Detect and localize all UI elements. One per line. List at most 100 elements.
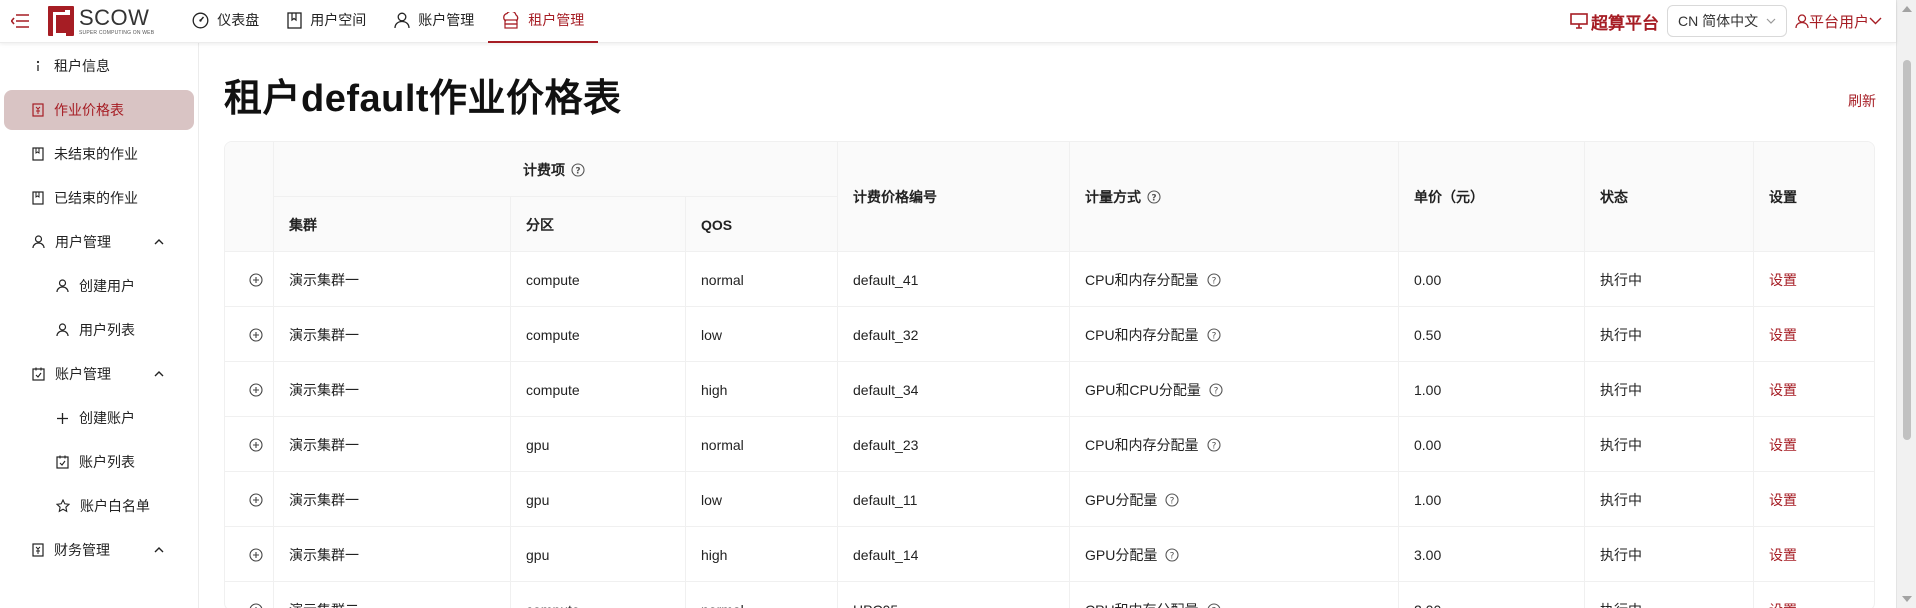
nav-tenant-management[interactable]: 租户管理 bbox=[488, 0, 599, 43]
cell-text: default_34 bbox=[853, 381, 919, 398]
help-icon[interactable]: ? bbox=[1207, 327, 1221, 342]
cell-qos: normal bbox=[701, 252, 744, 307]
user-menu[interactable]: 平台用户 bbox=[1795, 11, 1882, 32]
cell-text: 执行中 bbox=[1600, 491, 1642, 508]
expand-row-button[interactable] bbox=[241, 307, 263, 362]
settings-link[interactable]: 设置 bbox=[1769, 252, 1797, 307]
cell-price-id: default_32 bbox=[853, 307, 918, 362]
plus-circle-icon bbox=[249, 327, 263, 342]
expand-row-button[interactable] bbox=[241, 582, 263, 608]
cell-text: 执行中 bbox=[1600, 271, 1642, 288]
sidebar: 租户信息 作业价格表 未结束的作业 已结束的作业 用户管理 创建用户 用户列表 … bbox=[0, 43, 199, 608]
cell-text: normal bbox=[701, 271, 744, 288]
money-icon bbox=[32, 543, 44, 557]
cell-text: low bbox=[701, 326, 723, 343]
sidebar-item-user-list[interactable]: 用户列表 bbox=[4, 310, 194, 350]
scroll-up-arrow[interactable] bbox=[1902, 6, 1912, 12]
cell-partition: compute bbox=[526, 582, 580, 608]
language-select[interactable]: CN 简体中文 bbox=[1666, 5, 1787, 37]
info-icon bbox=[36, 60, 40, 71]
scow-logo[interactable]: SCOW SUPER COMPUTING ON WEB bbox=[48, 6, 154, 36]
cell-text: high bbox=[701, 546, 728, 563]
help-icon[interactable]: ? bbox=[571, 162, 585, 177]
sidebar-group-finance-management[interactable]: 财务管理 bbox=[4, 530, 194, 570]
settings-link[interactable]: 设置 bbox=[1769, 307, 1797, 362]
sidebar-item-create-user[interactable]: 创建用户 bbox=[4, 266, 194, 306]
scroll-thumb[interactable] bbox=[1903, 60, 1911, 440]
plus-circle-icon bbox=[249, 382, 263, 397]
expand-row-button[interactable] bbox=[241, 417, 263, 472]
cell-status: 执行中 bbox=[1600, 527, 1642, 582]
settings-link[interactable]: 设置 bbox=[1769, 582, 1797, 608]
help-icon[interactable]: ? bbox=[1207, 272, 1221, 287]
svg-text:?: ? bbox=[1211, 276, 1216, 286]
nav-dashboard[interactable]: 仪表盘 bbox=[178, 0, 273, 43]
cell-text[interactable]: 设置 bbox=[1769, 325, 1797, 345]
nav-account-management[interactable]: 账户管理 bbox=[380, 0, 488, 43]
cell-text[interactable]: 设置 bbox=[1769, 490, 1797, 510]
table-body: 演示集群一 compute normal default_41 CPU和内存分配量? 0.… bbox=[225, 252, 1874, 608]
help-icon[interactable]: ? bbox=[1207, 602, 1221, 608]
cell-text: default_14 bbox=[853, 546, 919, 563]
sidebar-item-unfinished-jobs[interactable]: 未结束的作业 bbox=[4, 134, 194, 174]
sidebar-item-account-list[interactable]: 账户列表 bbox=[4, 442, 194, 482]
cell-text[interactable]: 设置 bbox=[1769, 545, 1797, 565]
cell-text: default_41 bbox=[853, 271, 919, 288]
help-icon[interactable]: ? bbox=[1165, 492, 1179, 507]
sidebar-item-finished-jobs[interactable]: 已结束的作业 bbox=[4, 178, 194, 218]
nav-user-space[interactable]: 用户空间 bbox=[273, 0, 380, 43]
sidebar-item-label: 账户白名单 bbox=[80, 498, 150, 514]
platform-link[interactable]: 超算平台 bbox=[1570, 9, 1659, 34]
cell-partition: gpu bbox=[526, 527, 549, 582]
refresh-button[interactable]: 刷新 bbox=[1848, 91, 1876, 111]
expand-row-button[interactable] bbox=[241, 252, 263, 307]
cell-text[interactable]: 设置 bbox=[1769, 270, 1797, 290]
settings-link[interactable]: 设置 bbox=[1769, 362, 1797, 417]
settings-link[interactable]: 设置 bbox=[1769, 527, 1797, 582]
cell-cluster: 演示集群一 bbox=[289, 527, 359, 582]
cell-text[interactable]: 设置 bbox=[1769, 600, 1797, 608]
expand-row-button[interactable] bbox=[241, 472, 263, 527]
plus-circle-icon bbox=[249, 437, 263, 452]
help-icon[interactable]: ? bbox=[1207, 437, 1221, 452]
sidebar-item-tenant-info[interactable]: 租户信息 bbox=[4, 46, 194, 86]
help-icon[interactable]: ? bbox=[1147, 190, 1161, 204]
sidebar-item-job-price-table[interactable]: 作业价格表 bbox=[4, 90, 194, 130]
help-icon[interactable]: ? bbox=[1165, 547, 1179, 562]
cell-text[interactable]: 设置 bbox=[1769, 380, 1797, 400]
help-icon[interactable]: ? bbox=[1209, 382, 1223, 397]
scroll-down-arrow[interactable] bbox=[1902, 596, 1912, 602]
column-settings: 设置 bbox=[1769, 189, 1797, 205]
cell-qos: high bbox=[701, 362, 727, 417]
settings-link[interactable]: 设置 bbox=[1769, 417, 1797, 472]
expand-row-button[interactable] bbox=[241, 527, 263, 582]
settings-link[interactable]: 设置 bbox=[1769, 472, 1797, 527]
user-menu-label: 平台用户 bbox=[1808, 13, 1869, 31]
sidebar-item-label: 账户列表 bbox=[79, 454, 135, 470]
sidebar-group-account-management[interactable]: 账户管理 bbox=[4, 354, 194, 394]
column-method: 计量方式 ? bbox=[1085, 142, 1161, 252]
cell-price: 1.00 bbox=[1414, 362, 1441, 417]
cell-text: GPU分配量 bbox=[1085, 491, 1158, 508]
sidebar-group-user-management[interactable]: 用户管理 bbox=[4, 222, 194, 262]
sidebar-item-label: 作业价格表 bbox=[54, 102, 124, 118]
nav-dashboard-label: 仪表盘 bbox=[217, 12, 260, 28]
cell-text: 演示集群二 bbox=[289, 600, 359, 608]
menu-toggle-icon[interactable] bbox=[0, 0, 40, 43]
cell-price: 0.00 bbox=[1414, 252, 1441, 307]
cell-text: 2.00 bbox=[1414, 602, 1441, 608]
book-icon bbox=[32, 191, 44, 205]
sidebar-item-account-whitelist[interactable]: 账户白名单 bbox=[4, 486, 194, 526]
cell-text[interactable]: 设置 bbox=[1769, 435, 1797, 455]
cell-partition: compute bbox=[526, 307, 580, 362]
expand-row-button[interactable] bbox=[241, 362, 263, 417]
svg-text:?: ? bbox=[1214, 386, 1219, 396]
cell-text: 演示集群一 bbox=[289, 436, 359, 453]
cell-method: GPU分配量? bbox=[1085, 527, 1179, 582]
cell-method: CPU和内存分配量? bbox=[1085, 307, 1221, 362]
cell-partition: compute bbox=[526, 252, 580, 307]
book-icon bbox=[287, 11, 302, 29]
chevron-down-icon bbox=[1869, 17, 1882, 25]
page-scrollbar[interactable] bbox=[1896, 0, 1916, 608]
sidebar-item-create-account[interactable]: 创建账户 bbox=[4, 398, 194, 438]
